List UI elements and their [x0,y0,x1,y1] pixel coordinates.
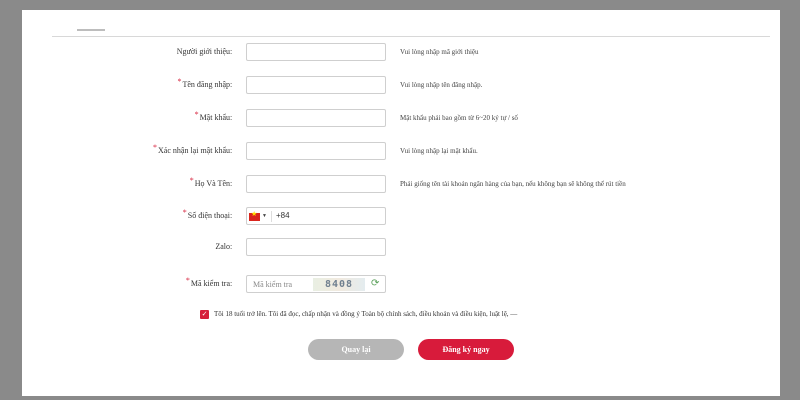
agree-row: ✓ Tôi 18 tuổi trở lên. Tôi đã đọc, chấp … [200,307,517,321]
phone-input[interactable]: ▼ +84 [246,207,386,225]
colon: : [230,242,233,251]
colon: : [230,47,233,56]
agree-checkbox[interactable]: ✓ [200,309,209,319]
password-label: *Mật khẩu [194,110,230,122]
referrer-label: Người giới thiệu [176,47,230,56]
captcha-placeholder: Mã kiểm tra [253,280,293,289]
captcha-row: *Mã kiểm tra : Mã kiểm tra 8408 ⟳ [22,275,780,297]
phone-prefix: +84 [276,211,290,220]
password-input[interactable] [246,109,386,127]
phone-separator [271,211,272,222]
required-mark: * [177,77,182,86]
password-hint: Mật khẩu phải bao gồm từ 6~20 ký tự / số [400,114,518,122]
refresh-icon[interactable]: ⟳ [371,278,379,289]
required-mark: * [189,176,194,185]
colon: : [230,179,233,188]
fullname-row: *Họ Và Tên : Phải giống tên tài khoản ng… [22,175,780,197]
confirm-password-input[interactable] [246,142,386,160]
confirm-password-hint: Vui lòng nhập lại mật khẩu. [400,147,478,155]
password-row: *Mật khẩu : Mật khẩu phải bao gồm từ 6~2… [22,109,780,131]
required-mark: * [194,110,199,119]
username-row: *Tên đăng nhập : Vui lòng nhập tên đăng … [22,76,780,98]
dialog-header-mark [77,29,105,31]
zalo-row: Zalo : [22,238,780,260]
referrer-hint: Vui lòng nhập mã giới thiệu [400,48,479,56]
fullname-hint: Phải giống tên tài khoản ngân hàng của b… [400,180,626,188]
captcha-image: 8408 [313,278,365,291]
required-mark: * [153,143,158,152]
required-mark: * [185,276,190,285]
fullname-input[interactable] [246,175,386,193]
colon: : [230,113,233,122]
back-button[interactable]: Quay lại [308,339,404,360]
register-dialog: Người giới thiệu : Vui lòng nhập mã giới… [22,10,780,396]
required-mark: * [182,208,187,217]
colon: : [230,279,233,288]
confirm-password-label: *Xác nhận lại mật khẩu [153,143,230,155]
register-button[interactable]: Đăng ký ngay [418,339,514,360]
username-hint: Vui lòng nhập tên đăng nhập. [400,81,483,89]
fullname-label: *Họ Và Tên [189,176,230,188]
country-selector[interactable]: ▼ [249,210,269,222]
colon: : [230,80,233,89]
colon: : [230,211,233,220]
header-divider [52,36,770,37]
captcha-input[interactable]: Mã kiểm tra 8408 ⟳ [246,275,386,293]
confirm-password-row: *Xác nhận lại mật khẩu : Vui lòng nhập l… [22,142,780,164]
zalo-input[interactable] [246,238,386,256]
referrer-row: Người giới thiệu : Vui lòng nhập mã giới… [22,43,780,65]
chevron-down-icon: ▼ [262,214,267,219]
username-input[interactable] [246,76,386,94]
zalo-label: Zalo [215,242,230,251]
agree-text: Tôi 18 tuổi trở lên. Tôi đã đọc, chấp nh… [214,310,518,318]
phone-label: *Số điện thoại [182,208,230,220]
captcha-label: *Mã kiểm tra [185,276,230,288]
colon: : [230,146,233,155]
referrer-input[interactable] [246,43,386,61]
username-label: *Tên đăng nhập [177,77,230,89]
vietnam-flag-icon [249,210,260,221]
phone-row: *Số điện thoại : ▼ +84 [22,207,780,229]
